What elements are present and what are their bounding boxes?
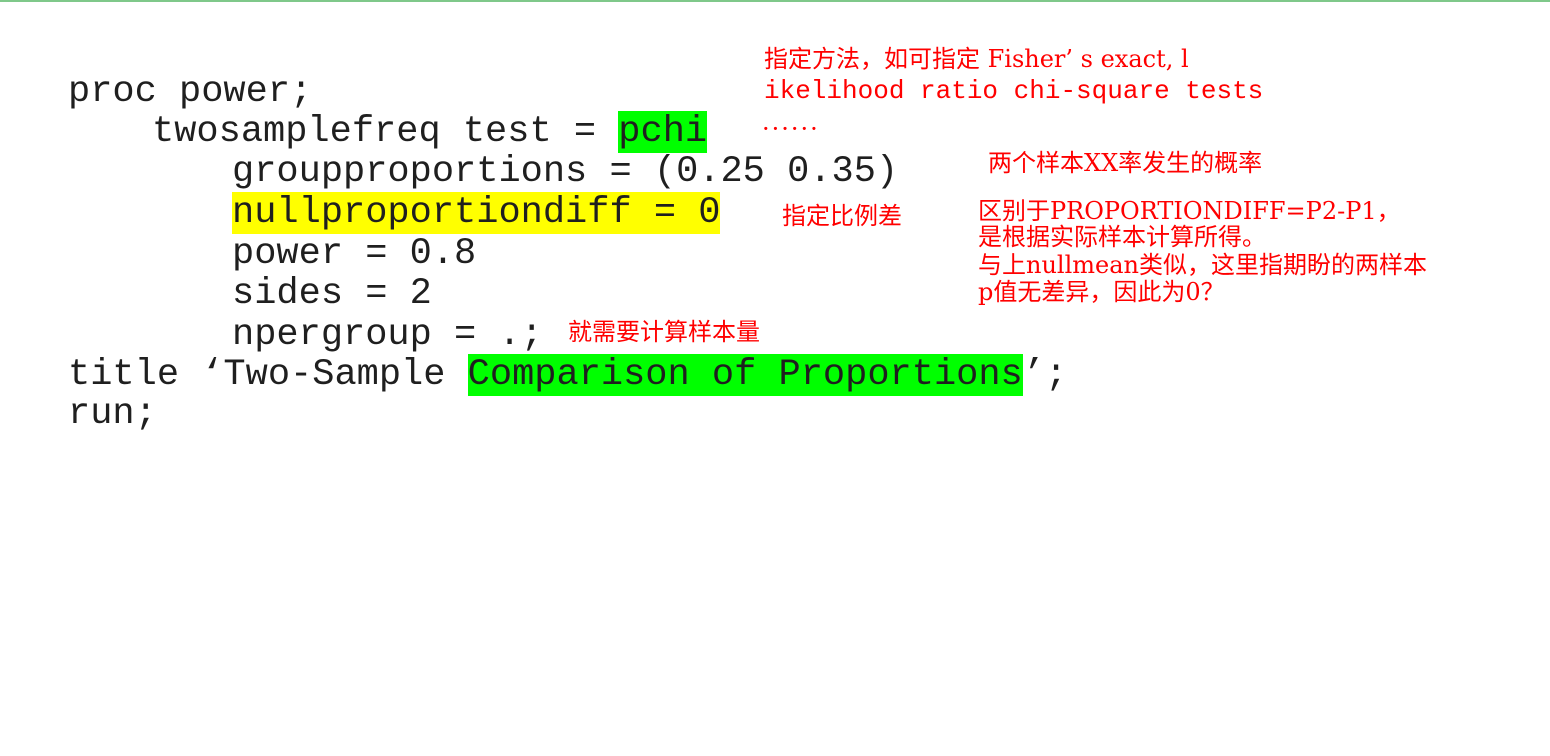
note-nullproportiondiff: 指定比例差 [782,202,902,230]
highlight-title: Comparison of Proportions [467,354,1023,396]
code-line-title: title ‘Two-Sample Comparison of Proporti… [68,354,1068,396]
code-line-nullproportiondiff: nullproportiondiff = 0 [232,192,721,234]
code-line-test: twosamplefreq test = pchi [152,111,708,153]
note-diff-line2: 是根据实际样本计算所得。 [978,223,1266,251]
note-diff-line1: 区别于PROPORTIONDIFF=P2-P1， [978,197,1401,225]
code-text: run; [68,393,157,435]
note-groupproportions: 两个样本XX率发生的概率 [988,149,1263,177]
code-line-sides: sides = 2 [232,274,432,314]
code-line-npergroup: npergroup = .; [232,315,543,355]
highlight-nullproportiondiff: nullproportiondiff = 0 [232,192,721,234]
code-line-proc: proc power; [68,72,312,112]
code-text: power = 0.8 [232,233,477,275]
highlight-pchi: pchi [618,111,708,153]
code-text: sides = 2 [232,273,432,315]
note-method-line2: ikelihood ratio chi-square tests [764,76,1264,106]
code-text: twosamplefreq test = [152,111,619,153]
code-line-power: power = 0.8 [232,234,476,274]
note-dots: ······ [762,115,820,143]
code-text: groupproportions = (0.25 0.35) [232,151,899,193]
code-text: ’; [1022,354,1068,396]
code-text: title ‘Two-Sample [68,354,468,396]
code-text: proc power; [68,71,313,113]
code-line-groupproportions: groupproportions = (0.25 0.35) [232,152,898,192]
note-npergroup: 就需要计算样本量 [568,318,760,346]
note-method-line1: 指定方法，如可指定 Fisher’ s exact, l [764,45,1189,73]
code-line-run: run; [68,394,157,434]
code-text: npergroup = .; [232,314,543,356]
note-diff-line4: p值无差异，因此为0？ [978,278,1225,306]
note-diff-line3: 与上nullmean类似，这里指期盼的两样本 [978,251,1427,279]
